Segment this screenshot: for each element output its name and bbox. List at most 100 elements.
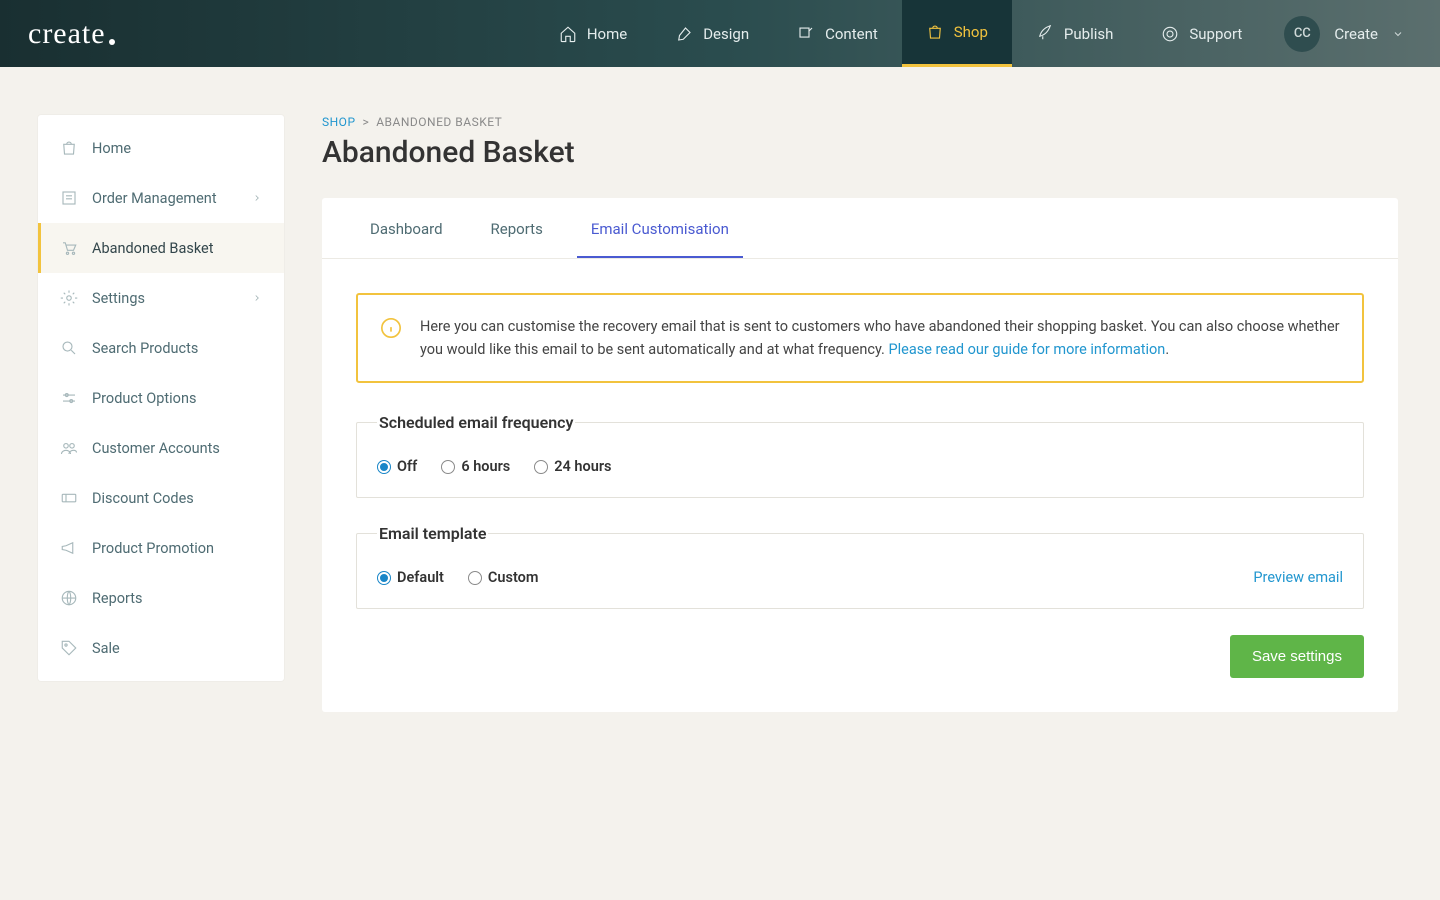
radio-label: 6 hours (461, 458, 510, 475)
sidebar-item-customer-accounts[interactable]: Customer Accounts (38, 423, 284, 473)
chevron-right-icon (252, 193, 262, 203)
nav-home-label: Home (587, 25, 627, 43)
brand-dot-icon (109, 39, 115, 45)
page-title: Abandoned Basket (322, 135, 1398, 170)
frequency-option-off[interactable]: Off (377, 458, 417, 475)
alert-text: Here you can customise the recovery emai… (420, 315, 1340, 361)
template-legend: Email template (377, 524, 488, 543)
info-icon (380, 317, 402, 339)
breadcrumb-root[interactable]: SHOP (322, 115, 356, 129)
user-menu[interactable]: CC Create (1284, 16, 1404, 52)
info-alert: Here you can customise the recovery emai… (356, 293, 1364, 383)
sidebar-item-label: Customer Accounts (92, 440, 220, 457)
sidebar-item-sale[interactable]: Sale (38, 623, 284, 673)
radio-label: Off (397, 458, 417, 475)
sidebar-item-discount-codes[interactable]: Discount Codes (38, 473, 284, 523)
nav-shop[interactable]: Shop (902, 0, 1012, 67)
ticket-icon (60, 489, 78, 507)
sliders-icon (60, 389, 78, 407)
nav-support[interactable]: Support (1137, 0, 1266, 67)
tab-email-customisation[interactable]: Email Customisation (577, 198, 743, 258)
home-icon (559, 25, 577, 43)
sidebar-item-reports[interactable]: Reports (38, 573, 284, 623)
nav-design-label: Design (703, 25, 749, 43)
search-icon (60, 339, 78, 357)
gear-icon (60, 289, 78, 307)
content-card: Dashboard Reports Email Customisation He… (322, 198, 1398, 712)
template-radio-custom[interactable] (468, 571, 482, 585)
frequency-radio-24h[interactable] (534, 460, 548, 474)
nav-home[interactable]: Home (535, 0, 651, 67)
tab-dashboard[interactable]: Dashboard (356, 198, 457, 258)
sidebar-item-label: Reports (92, 590, 143, 607)
chevron-right-icon (252, 293, 262, 303)
frequency-radio-off[interactable] (377, 460, 391, 474)
template-option-default[interactable]: Default (377, 569, 444, 586)
cart-icon (60, 239, 78, 257)
radio-label: Custom (488, 569, 539, 586)
sidebar-item-search-products[interactable]: Search Products (38, 323, 284, 373)
sidebar-item-label: Discount Codes (92, 490, 194, 507)
top-nav: create Home Design Content Shop Publish … (0, 0, 1440, 67)
avatar: CC (1284, 16, 1320, 52)
orders-icon (60, 189, 78, 207)
template-fieldset: Email template Default Custom Preview em… (356, 524, 1364, 609)
nav-publish-label: Publish (1064, 25, 1113, 43)
user-name: Create (1334, 25, 1378, 43)
sidebar-item-label: Settings (92, 290, 145, 307)
sidebar-item-label: Product Options (92, 390, 196, 407)
sidebar-item-abandoned-basket[interactable]: Abandoned Basket (38, 223, 284, 273)
frequency-legend: Scheduled email frequency (377, 413, 575, 432)
sidebar-item-label: Product Promotion (92, 540, 214, 557)
radio-label: Default (397, 569, 444, 586)
nav-publish[interactable]: Publish (1012, 0, 1137, 67)
sidebar-item-label: Home (92, 140, 131, 157)
template-radio-default[interactable] (377, 571, 391, 585)
main-content: SHOP > ABANDONED BASKET Abandoned Basket… (322, 115, 1398, 712)
sidebar-item-order-management[interactable]: Order Management (38, 173, 284, 223)
frequency-radio-6h[interactable] (441, 460, 455, 474)
edit-icon (797, 25, 815, 43)
nav-content[interactable]: Content (773, 0, 902, 67)
template-option-custom[interactable]: Custom (468, 569, 539, 586)
preview-email-link[interactable]: Preview email (1253, 569, 1343, 586)
radio-label: 24 hours (554, 458, 611, 475)
alert-trail: . (1165, 341, 1169, 358)
sidebar-item-label: Sale (92, 640, 120, 657)
chevron-down-icon (1392, 28, 1404, 40)
sidebar-item-product-promotion[interactable]: Product Promotion (38, 523, 284, 573)
brush-icon (675, 25, 693, 43)
bag-icon (926, 23, 944, 41)
tab-label: Reports (491, 220, 543, 238)
bag-icon (60, 139, 78, 157)
breadcrumb-current: ABANDONED BASKET (376, 115, 502, 129)
sidebar-item-label: Search Products (92, 340, 198, 357)
alert-guide-link[interactable]: Please read our guide for more informati… (888, 341, 1165, 358)
megaphone-icon (60, 539, 78, 557)
rocket-icon (1036, 25, 1054, 43)
sidebar-item-label: Order Management (92, 190, 217, 207)
tab-label: Email Customisation (591, 220, 729, 238)
sidebar-item-settings[interactable]: Settings (38, 273, 284, 323)
life-ring-icon (1161, 25, 1179, 43)
avatar-initials: CC (1294, 26, 1311, 41)
sidebar-item-label: Abandoned Basket (92, 240, 213, 257)
tab-label: Dashboard (370, 220, 443, 238)
sidebar-item-product-options[interactable]: Product Options (38, 373, 284, 423)
brand-logo: create (28, 17, 115, 51)
save-settings-button[interactable]: Save settings (1230, 635, 1364, 678)
sidebar-item-home[interactable]: Home (38, 123, 284, 173)
sidebar: Home Order Management Abandoned Basket S… (38, 115, 284, 681)
breadcrumb: SHOP > ABANDONED BASKET (322, 115, 1398, 129)
frequency-option-6h[interactable]: 6 hours (441, 458, 510, 475)
globe-icon (60, 589, 78, 607)
tab-reports[interactable]: Reports (477, 198, 557, 258)
nav-design[interactable]: Design (651, 0, 773, 67)
frequency-fieldset: Scheduled email frequency Off 6 hours (356, 413, 1364, 498)
frequency-option-24h[interactable]: 24 hours (534, 458, 611, 475)
breadcrumb-sep: > (362, 115, 369, 129)
tabs: Dashboard Reports Email Customisation (322, 198, 1398, 259)
nav-support-label: Support (1189, 25, 1242, 43)
nav-shop-label: Shop (954, 23, 988, 41)
nav-content-label: Content (825, 25, 878, 43)
